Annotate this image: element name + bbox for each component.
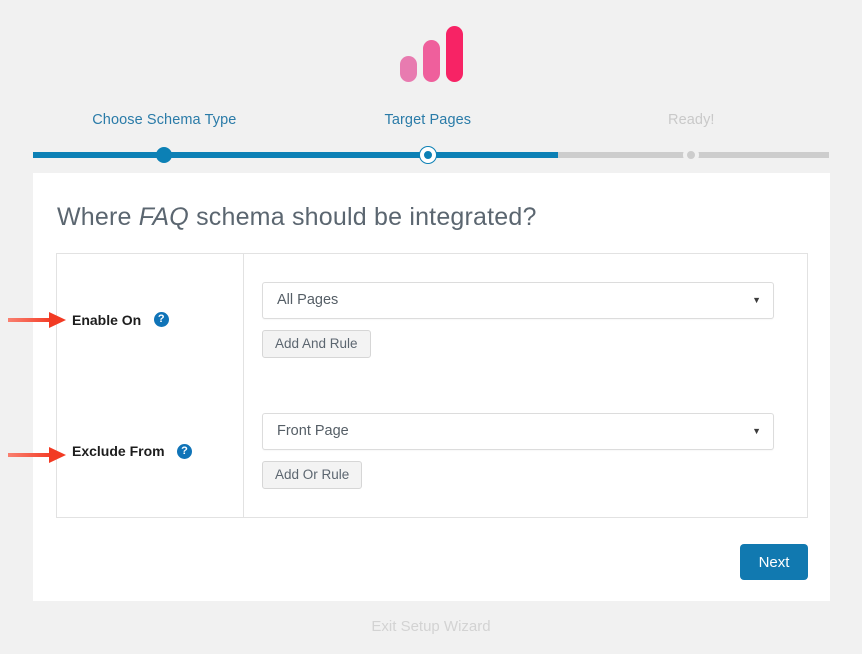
next-button[interactable]: Next bbox=[740, 544, 808, 580]
chevron-down-icon: ▼ bbox=[752, 283, 761, 318]
schema-bars-logo bbox=[400, 26, 463, 82]
exclude-from-label: Exclude From bbox=[72, 443, 165, 459]
enable-on-label: Enable On bbox=[72, 312, 141, 328]
add-and-rule-button[interactable]: Add And Rule bbox=[262, 330, 371, 358]
exit-setup-wizard-link[interactable]: Exit Setup Wizard bbox=[0, 618, 862, 635]
step-dot-target-pages[interactable] bbox=[420, 147, 436, 163]
question-mark-icon[interactable]: ? bbox=[177, 444, 192, 459]
page-title: Where FAQ schema should be integrated? bbox=[33, 173, 830, 232]
page-title-prefix: Where bbox=[57, 203, 139, 231]
step-dot-ready bbox=[683, 147, 699, 163]
target-pages-rules-table: Enable On ? All Pages ▼ Add And Rule Exc… bbox=[56, 253, 808, 518]
enable-on-select-value: All Pages bbox=[277, 283, 338, 318]
page-title-suffix: schema should be integrated? bbox=[189, 203, 537, 231]
exclude-from-select[interactable]: Front Page ▼ bbox=[262, 413, 774, 450]
exclude-from-select-value: Front Page bbox=[277, 414, 349, 449]
table-row-exclude-from: Exclude From ? Front Page ▼ Add Or Rule bbox=[57, 386, 808, 518]
wizard-card: Where FAQ schema should be integrated? E… bbox=[33, 173, 830, 601]
stepper-labels: Choose Schema Type Target Pages Ready! bbox=[33, 112, 829, 138]
question-mark-icon[interactable]: ? bbox=[154, 312, 169, 327]
label-cell-enable-on: Enable On ? bbox=[57, 254, 244, 386]
logo-bar-large bbox=[446, 26, 463, 82]
step-label-choose-schema-type[interactable]: Choose Schema Type bbox=[92, 112, 236, 128]
setup-wizard-stepper: Choose Schema Type Target Pages Ready! bbox=[33, 112, 829, 162]
stepper-progress-fill bbox=[33, 152, 558, 158]
chevron-down-icon: ▼ bbox=[752, 414, 761, 449]
step-label-ready: Ready! bbox=[668, 112, 715, 128]
step-dot-choose-schema-type[interactable] bbox=[156, 147, 172, 163]
enable-on-select[interactable]: All Pages ▼ bbox=[262, 282, 774, 319]
field-cell-enable-on: All Pages ▼ Add And Rule bbox=[244, 254, 808, 386]
logo-bar-medium bbox=[423, 40, 440, 82]
table-row-enable-on: Enable On ? All Pages ▼ Add And Rule bbox=[57, 254, 808, 386]
app-logo bbox=[0, 0, 862, 82]
add-or-rule-button[interactable]: Add Or Rule bbox=[262, 461, 362, 489]
logo-bar-small bbox=[400, 56, 417, 82]
page-title-schema-type: FAQ bbox=[139, 203, 189, 231]
label-cell-exclude-from: Exclude From ? bbox=[57, 386, 244, 518]
step-label-target-pages[interactable]: Target Pages bbox=[384, 112, 471, 128]
field-cell-exclude-from: Front Page ▼ Add Or Rule bbox=[244, 386, 808, 518]
